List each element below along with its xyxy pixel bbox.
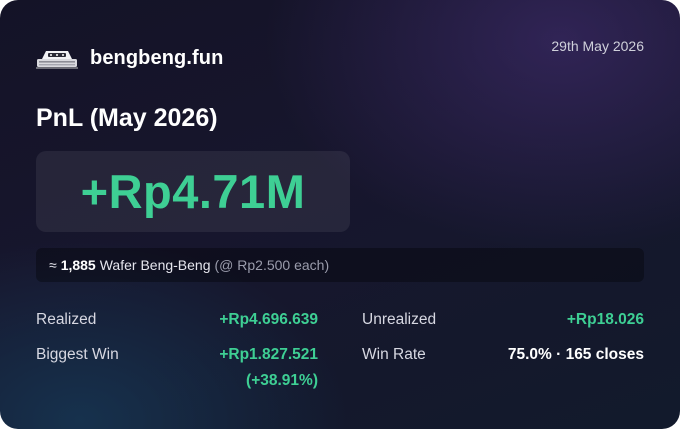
unrealized-value: +Rp18.026 (566, 311, 644, 328)
win-rate-value: 75.0% · 165 closes (507, 346, 644, 363)
win-rate-label: Win Rate (362, 346, 426, 363)
wafer-equivalent-row: ≈ 1,885 Wafer Beng-Beng (@ Rp2.500 each) (36, 248, 644, 282)
wafer-price-note: (@ Rp2.500 each) (214, 257, 330, 273)
pnl-card: bengbeng.fun 29th May 2026 PnL (May 2026… (0, 0, 680, 429)
biggest-win-value: +Rp1.827.521 (219, 346, 318, 363)
wafer-logo-icon (36, 51, 78, 69)
approx-symbol: ≈ (49, 257, 57, 273)
unrealized-label: Unrealized (362, 311, 437, 328)
wafer-count: 1,885 (60, 257, 96, 273)
biggest-win-percent: (+38.91%) (246, 372, 318, 389)
pnl-title: PnL (May 2026) (36, 104, 218, 132)
wafer-name: Wafer Beng-Beng (99, 257, 211, 273)
report-date: 29th May 2026 (551, 38, 644, 54)
brand-header: bengbeng.fun (36, 44, 223, 72)
pnl-value: +Rp4.71M (80, 165, 306, 218)
biggest-win-label: Biggest Win (36, 346, 119, 363)
realized-label: Realized (36, 311, 97, 328)
realized-value: +Rp4.696.639 (219, 311, 318, 328)
pnl-value-box: +Rp4.71M (36, 151, 350, 232)
brand-name: bengbeng.fun (90, 46, 224, 69)
